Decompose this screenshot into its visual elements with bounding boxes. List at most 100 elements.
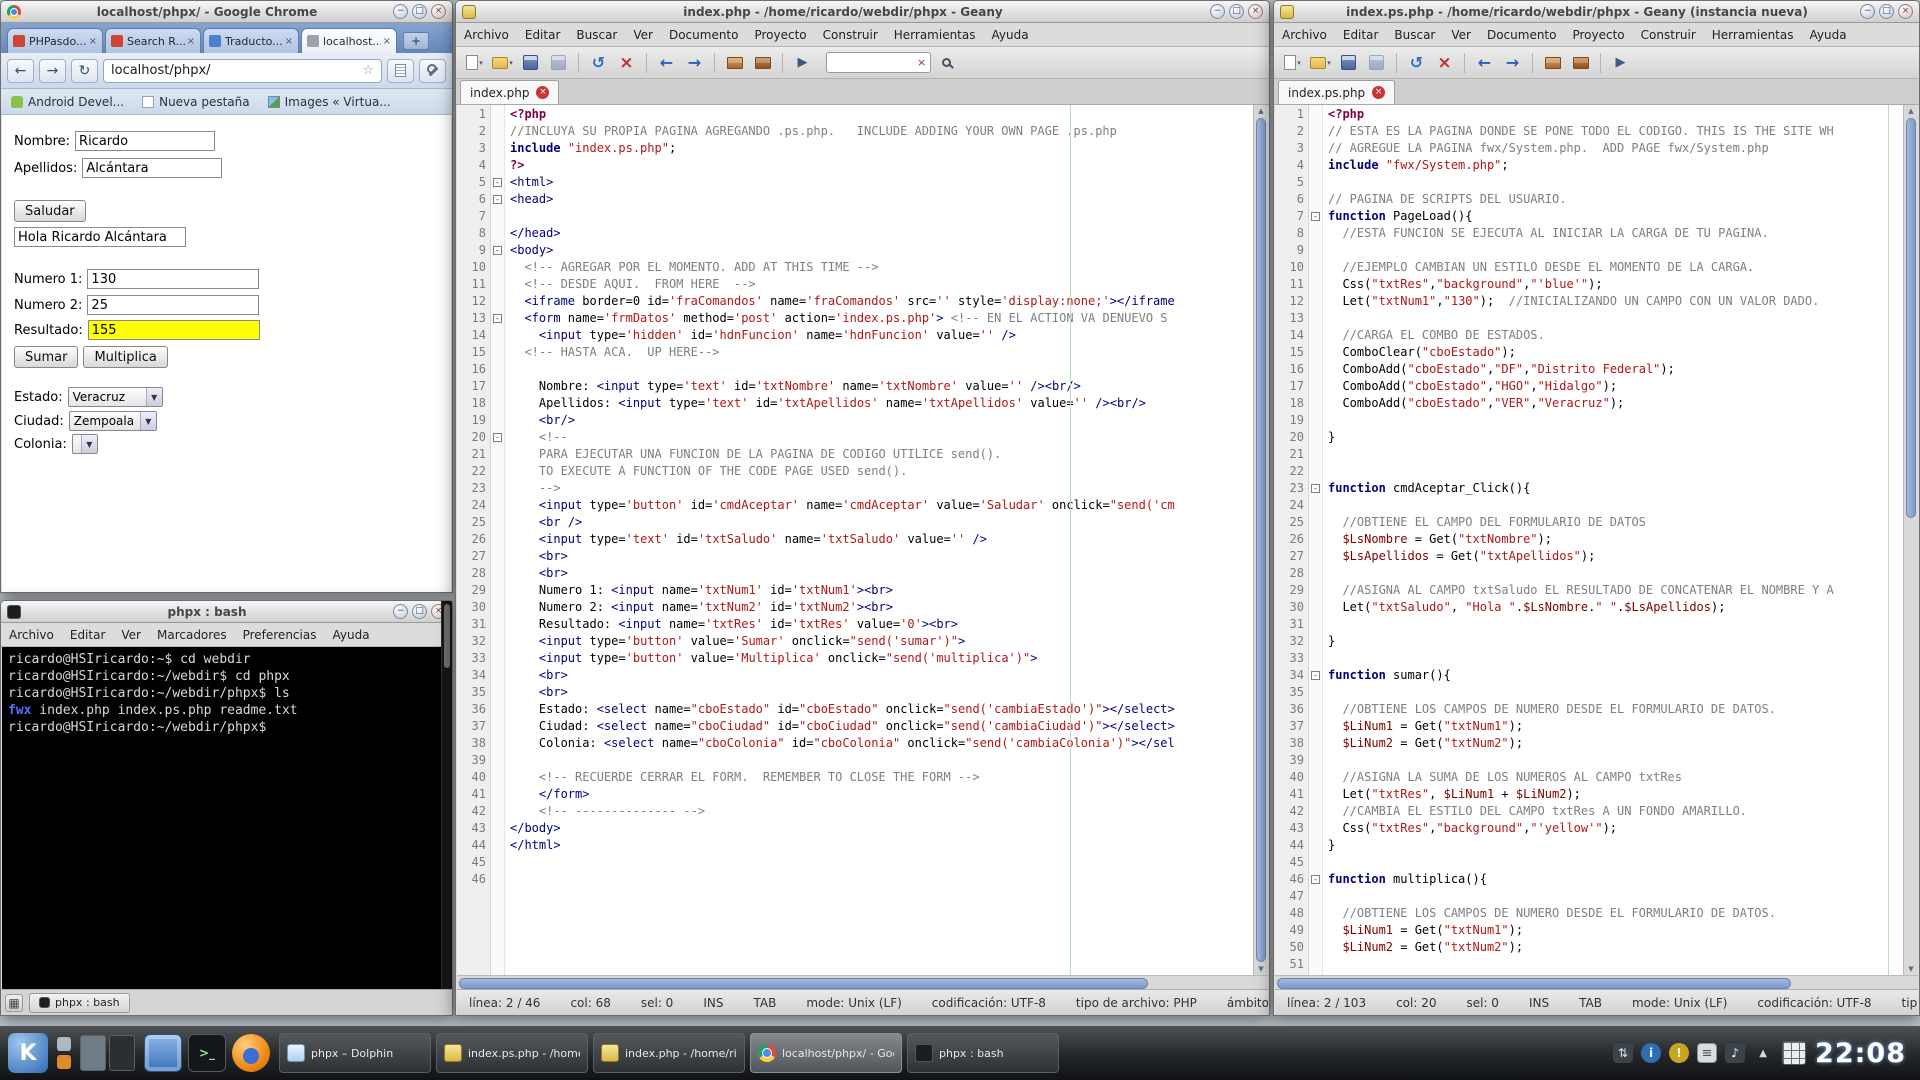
minimize-button[interactable]: − xyxy=(393,4,408,19)
tab-close-icon[interactable]: × xyxy=(383,36,391,47)
maximize-button[interactable]: □ xyxy=(1229,4,1244,19)
editor-tab[interactable]: index.ps.php × xyxy=(1278,80,1395,104)
geany1-menu-ayuda[interactable]: Ayuda xyxy=(992,28,1029,42)
close-button[interactable]: × xyxy=(1248,4,1263,19)
taskbar-task[interactable]: phpx – Dolphin xyxy=(279,1033,431,1073)
fold-marker-icon[interactable]: - xyxy=(1311,875,1320,884)
terminal-menu-marcadores[interactable]: Marcadores xyxy=(157,628,227,642)
revert-button[interactable]: ↺ xyxy=(1404,51,1429,75)
tab-close-icon[interactable]: × xyxy=(285,36,293,47)
search-entry[interactable] xyxy=(831,54,917,71)
geany2-menu-buscar[interactable]: Buscar xyxy=(1394,28,1435,42)
fold-marker-icon[interactable]: - xyxy=(493,178,502,187)
g2-vscrollbar[interactable]: ▲ ▼ xyxy=(1903,105,1918,975)
scroll-down-icon[interactable]: ▼ xyxy=(1904,965,1918,973)
editor-tab[interactable]: index.php × xyxy=(460,80,559,104)
desktop[interactable]: { "desktop": { "background": "#c3c9cf" }… xyxy=(0,0,1920,1080)
minimize-button[interactable]: − xyxy=(393,604,408,619)
scroll-up-icon[interactable]: ▲ xyxy=(1254,107,1268,115)
terminal-menu-preferencias[interactable]: Preferencias xyxy=(243,628,317,642)
terminal-menu-ayuda[interactable]: Ayuda xyxy=(332,628,369,642)
clock[interactable]: 22:08 xyxy=(1815,1038,1906,1069)
geany1-menu-documento[interactable]: Documento xyxy=(669,28,739,42)
num2-input[interactable] xyxy=(87,295,259,315)
geany1-titlebar[interactable]: index.php - /home/ricardo/webdir/phpx - … xyxy=(456,1,1269,23)
scrollbar-thumb[interactable] xyxy=(1906,118,1916,518)
reload-button[interactable]: ↻ xyxy=(71,59,98,83)
revert-button[interactable]: ↺ xyxy=(586,51,611,75)
scroll-down-icon[interactable]: ▼ xyxy=(1254,965,1268,973)
terminal-tab[interactable]: phpx : bash xyxy=(29,993,130,1013)
save-button[interactable] xyxy=(518,51,543,75)
sumar-button[interactable]: Sumar xyxy=(14,346,78,368)
scrollbar-thumb[interactable] xyxy=(1256,118,1266,962)
notifier-icon[interactable] xyxy=(1641,1043,1661,1063)
fold-marker-icon[interactable]: - xyxy=(493,433,502,442)
fold-marker-icon[interactable]: - xyxy=(493,246,502,255)
device-notifier-icon[interactable] xyxy=(57,1055,71,1069)
taskbar-task[interactable]: phpx : bash xyxy=(907,1033,1059,1073)
maximize-button[interactable]: □ xyxy=(1879,4,1894,19)
terminal-scrollbar[interactable] xyxy=(441,601,452,1015)
saludar-button[interactable]: Saludar xyxy=(14,200,86,222)
chrome-tab[interactable]: localhost...× xyxy=(301,28,397,53)
close-button[interactable]: × xyxy=(431,4,446,19)
forward-button[interactable]: → xyxy=(682,51,707,75)
tab-close-icon[interactable]: × xyxy=(536,86,549,99)
geany2-titlebar[interactable]: index.ps.php - /home/ricardo/webdir/phpx… xyxy=(1274,1,1919,23)
geany1-menu-editar[interactable]: Editar xyxy=(525,28,561,42)
fold-marker-icon[interactable]: - xyxy=(493,195,502,204)
konsole-titlebar[interactable]: phpx : bash − □ × xyxy=(1,601,452,623)
minimize-button[interactable]: − xyxy=(1210,4,1225,19)
multiplica-button[interactable]: Multiplica xyxy=(83,346,167,368)
terminal-menu-ver[interactable]: Ver xyxy=(121,628,141,642)
colonia-select[interactable]: ▼ xyxy=(72,434,98,454)
close-file-button[interactable]: × xyxy=(614,51,639,75)
build-button[interactable] xyxy=(750,51,775,75)
geany1-menu-buscar[interactable]: Buscar xyxy=(576,28,617,42)
terminal-menu-editar[interactable]: Editar xyxy=(70,628,106,642)
build-button[interactable] xyxy=(1568,51,1593,75)
apellidos-input[interactable] xyxy=(82,158,222,178)
nombre-input[interactable] xyxy=(75,131,215,151)
volume-icon[interactable] xyxy=(1725,1043,1745,1063)
close-file-button[interactable]: × xyxy=(1432,51,1457,75)
geany2-menu-proyecto[interactable]: Proyecto xyxy=(1572,28,1624,42)
bookmark-item[interactable]: Android Devel... xyxy=(11,95,124,109)
save-all-button[interactable] xyxy=(1364,51,1389,75)
taskbar-task[interactable]: localhost/phpx/ - Google Chr xyxy=(750,1033,902,1073)
fold-marker-icon[interactable]: - xyxy=(1311,212,1320,221)
clear-search-icon[interactable]: × xyxy=(917,56,926,69)
maximize-button[interactable]: □ xyxy=(412,604,427,619)
calculator-grid-icon[interactable] xyxy=(1782,1041,1806,1065)
geany2-menu-ayuda[interactable]: Ayuda xyxy=(1810,28,1847,42)
chrome-tab[interactable]: Search R...× xyxy=(105,28,201,53)
new-file-button[interactable]: ▾ xyxy=(462,51,487,75)
fold-marker-icon[interactable]: - xyxy=(1311,484,1320,493)
geany1-menu-proyecto[interactable]: Proyecto xyxy=(754,28,806,42)
show-desktop-icon[interactable] xyxy=(57,1037,71,1051)
wrench-menu-button[interactable] xyxy=(419,59,446,83)
scroll-up-icon[interactable]: ▲ xyxy=(1904,107,1918,115)
network-icon[interactable] xyxy=(1613,1043,1633,1063)
bookmark-item[interactable]: Nueva pestaña xyxy=(142,95,250,109)
compile-button[interactable] xyxy=(1540,51,1565,75)
geany1-menu-herramientas[interactable]: Herramientas xyxy=(894,28,976,42)
bookmark-star-icon[interactable]: ☆ xyxy=(362,63,374,78)
back-button[interactable]: ← xyxy=(7,59,34,83)
chrome-tab[interactable]: PHPasdo...× xyxy=(7,28,103,53)
tab-close-icon[interactable]: × xyxy=(89,36,97,47)
run-button[interactable]: ▶ xyxy=(1608,51,1633,75)
forward-button[interactable]: → xyxy=(1500,51,1525,75)
geany2-menu-documento[interactable]: Documento xyxy=(1487,28,1557,42)
back-button[interactable]: ← xyxy=(654,51,679,75)
find-button[interactable] xyxy=(934,51,959,75)
saludo-input[interactable] xyxy=(14,227,186,247)
fold-marker-icon[interactable]: - xyxy=(1311,671,1320,680)
shield-icon[interactable] xyxy=(1669,1043,1689,1063)
geany1-menu-construir[interactable]: Construir xyxy=(823,28,878,42)
scrollbar-thumb[interactable] xyxy=(1277,978,1791,989)
geany1-menu-archivo[interactable]: Archivo xyxy=(464,28,509,42)
minimize-button[interactable]: − xyxy=(1860,4,1875,19)
compile-button[interactable] xyxy=(722,51,747,75)
